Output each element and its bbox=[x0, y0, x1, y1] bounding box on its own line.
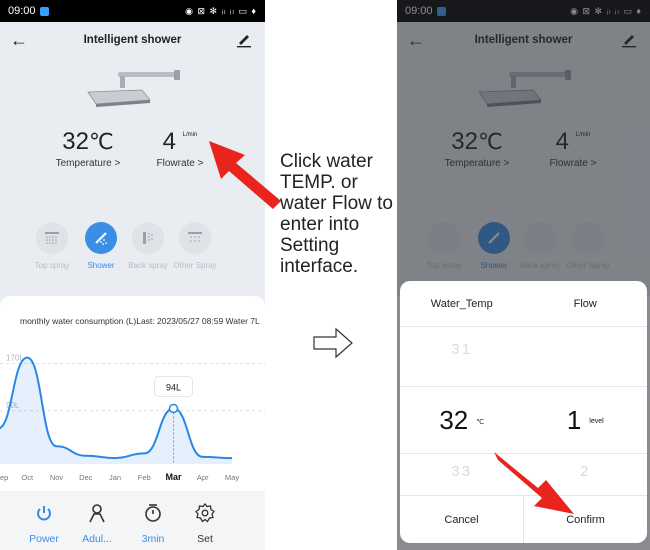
consumption-card: monthly water consumption (L)Last: 2023/… bbox=[0, 296, 265, 491]
mode-top-spray[interactable]: Top spray bbox=[27, 222, 77, 270]
pen-icon[interactable] bbox=[235, 30, 253, 48]
status-indicators: ◉ ⊠ ✻ ᵢₗ ᵢₗ ▭ ♦ bbox=[185, 5, 257, 16]
status-time: 09:00 bbox=[8, 5, 36, 17]
annotation-arrow-left bbox=[209, 141, 281, 209]
temperature-value: 32 bbox=[62, 128, 89, 155]
selected-temp-value: 32 bbox=[439, 404, 469, 435]
chart-x-tick-label: ep bbox=[0, 473, 8, 482]
picker-headers: Water_Temp Flow bbox=[400, 281, 647, 327]
nav-set[interactable]: Set bbox=[183, 502, 227, 545]
app-header: ← Intelligent shower bbox=[0, 28, 265, 54]
nav-label: Set bbox=[197, 533, 213, 545]
flowrate-value: 4 bbox=[162, 128, 176, 155]
selected-flow-value: 1 bbox=[566, 404, 582, 435]
selected-temp-unit: ℃ bbox=[476, 418, 485, 426]
temperature-reading[interactable]: 32℃ Temperature > bbox=[48, 128, 128, 169]
chart-x-tick-label: Dec bbox=[79, 473, 93, 482]
chart-x-tick-label: Feb bbox=[138, 473, 151, 482]
other-spray-icon bbox=[179, 222, 211, 254]
status-bar: 09:00 ◉ ⊠ ✻ ᵢₗ ᵢₗ ▭ ♦ bbox=[0, 0, 265, 22]
picker-header-flow[interactable]: Flow bbox=[524, 298, 648, 310]
shower-icon bbox=[85, 222, 117, 254]
selected-flow-unit: level bbox=[589, 418, 604, 426]
timer-icon bbox=[145, 504, 161, 522]
temperature-unit: ℃ bbox=[88, 129, 114, 154]
flowrate-unit: L/min bbox=[182, 132, 198, 138]
mode-shower[interactable]: Shower bbox=[76, 222, 126, 270]
chart-x-tick-label: Apr bbox=[197, 473, 209, 482]
instruction-text: Click water TEMP. or water Flow to enter… bbox=[280, 151, 393, 277]
bottom-nav: Power Adul... 3min Set bbox=[0, 491, 265, 550]
chart-x-tick-label: Oct bbox=[21, 473, 34, 482]
nav-adult[interactable]: Adul... bbox=[75, 503, 119, 545]
nav-label: Power bbox=[29, 533, 59, 545]
power-icon bbox=[37, 506, 51, 521]
highlight-point[interactable] bbox=[168, 403, 179, 414]
spray-mode-selector: Top spray Shower Back spray Other Spray bbox=[0, 222, 265, 282]
highlight-tooltip-label: 94L bbox=[166, 382, 181, 392]
nav-power[interactable]: Power bbox=[22, 503, 66, 545]
mode-back-spray[interactable]: Back spray bbox=[123, 222, 173, 270]
consumption-chart: 90L170L94Lep Oct Nov Dec Jan Feb Mar Apr May bbox=[0, 354, 265, 482]
temperature-label: Temperature > bbox=[55, 158, 121, 169]
shower-head-image bbox=[87, 70, 180, 107]
picker-row-selected[interactable]: 32 ℃ 1 level bbox=[400, 386, 647, 454]
mode-label: Top spray bbox=[34, 261, 70, 270]
nav-label: Adul... bbox=[82, 533, 112, 545]
picker-temp-selected: 32 ℃ bbox=[400, 405, 524, 436]
chart-x-tick-label: Jan bbox=[109, 473, 121, 482]
consumption-title: monthly water consumption (L)Last: 2023/… bbox=[20, 316, 260, 326]
picker-header-temp[interactable]: Water_Temp bbox=[400, 298, 524, 310]
picker-flow-selected: 1 level bbox=[524, 405, 648, 436]
back-spray-icon bbox=[132, 222, 164, 254]
left-phone-screen: 09:00 ◉ ⊠ ✻ ᵢₗ ᵢₗ ▭ ♦ ← Intelligent show… bbox=[0, 0, 265, 550]
notification-icon bbox=[39, 6, 49, 16]
picker-flow-above bbox=[524, 341, 648, 371]
picker-temp-above: 31 bbox=[451, 341, 473, 358]
mode-other-spray[interactable]: Other Spray bbox=[170, 222, 220, 270]
gear-icon bbox=[195, 502, 215, 523]
chart-x-tick-label: May bbox=[225, 473, 239, 482]
nav-label: 3min bbox=[141, 533, 165, 545]
page-title: Intelligent shower bbox=[83, 34, 182, 46]
person-icon bbox=[89, 504, 105, 523]
mode-label: Back spray bbox=[128, 261, 168, 270]
mode-label: Other Spray bbox=[173, 261, 217, 270]
chart-x-tick-label: Nov bbox=[50, 473, 64, 482]
picker-row-above[interactable]: 31 bbox=[400, 341, 647, 371]
mode-label: Shower bbox=[87, 261, 115, 270]
chart-x-tick-label: Mar bbox=[165, 472, 182, 482]
next-step-arrow-icon bbox=[313, 327, 353, 359]
nav-timer[interactable]: 3min bbox=[131, 503, 175, 545]
top-spray-icon bbox=[36, 222, 68, 254]
annotation-arrow-right bbox=[494, 452, 574, 514]
